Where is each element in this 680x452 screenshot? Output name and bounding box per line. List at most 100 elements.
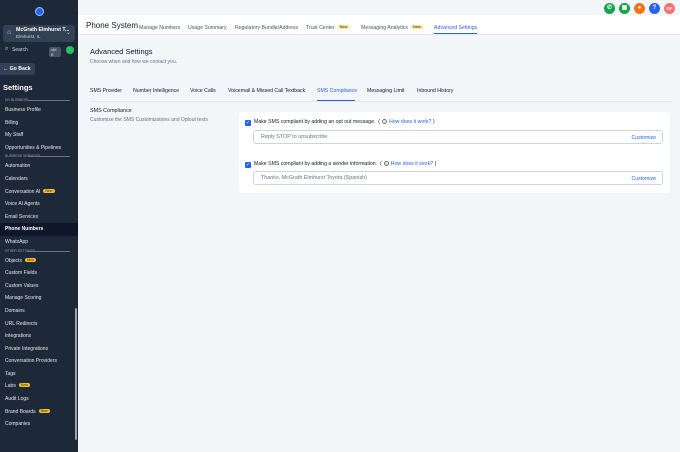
bell-icon[interactable]: ● — [634, 3, 645, 14]
sidebar-item-label: Calendars — [5, 175, 28, 182]
sidebar-item[interactable]: Labs New — [0, 380, 78, 393]
sidebar-item-label: WhatsApp — [5, 238, 29, 245]
sidebar-item[interactable]: Audit Logs — [0, 393, 78, 406]
sidebar: ⌂ McGrath Elmhurst T... Elmhurst, IL ⌄ ⌕… — [0, 0, 78, 452]
avatar[interactable]: GF — [664, 3, 675, 14]
tab-divider — [90, 101, 672, 102]
settings-tab[interactable]: SMS Provider — [90, 88, 122, 94]
new-badge: New — [18, 383, 31, 388]
sidebar-item-label: Conversation AI — [5, 188, 41, 195]
how-it-works-link[interactable]: How does it work? — [391, 161, 433, 167]
header-tab[interactable]: Regulatory Bundle/Address — [235, 25, 298, 31]
sidebar-item-label: Domains — [5, 307, 25, 314]
sidebar-item[interactable]: Companies — [0, 418, 78, 431]
sender-info-field[interactable]: Thanks, McGrath Elmhurst Toyota (Spanish… — [253, 171, 663, 185]
sender-info-checkbox[interactable]: ✓ — [245, 162, 251, 168]
sidebar-item[interactable]: Manage Scoring — [0, 292, 78, 305]
header-tab[interactable]: Advanced Settings — [434, 25, 477, 31]
settings-tab[interactable]: SMS Compliance — [317, 88, 357, 94]
settings-tab[interactable]: Voice Calls — [190, 88, 216, 94]
phone-system-header: Phone System Manage Numbers Usage Summary… — [78, 15, 680, 35]
new-badge: New — [337, 25, 350, 29]
sidebar-item-label: Labs — [5, 383, 16, 390]
new-badge: New — [411, 25, 423, 29]
sidebar-item[interactable]: Conversation Providers — [0, 355, 78, 368]
sidebar-item[interactable]: Business Profile — [0, 104, 78, 117]
header-tab-label: Usage Summary — [188, 25, 227, 31]
header-tab-label: Messaging Analytics — [361, 25, 408, 31]
sidebar-item[interactable]: Billing — [0, 117, 78, 130]
active-tab-indicator — [434, 33, 477, 34]
header-tab[interactable]: Manage Numbers — [139, 25, 180, 31]
sms-compliance-title: SMS Compliance — [90, 108, 132, 114]
sidebar-item[interactable]: Custom Fields — [0, 267, 78, 280]
sidebar-item[interactable]: Phone Numbers — [0, 223, 78, 236]
sidebar-item[interactable]: Domains — [0, 305, 78, 318]
customize-sender-info-button[interactable]: Customize — [631, 176, 656, 182]
settings-tab[interactable]: Inbound History — [417, 88, 453, 94]
sidebar-item-label: Custom Values — [5, 282, 39, 289]
opt-out-message-field[interactable]: Reply STOP to unsubscribe Customize — [253, 130, 663, 144]
search-icon: ⌕ — [5, 46, 9, 52]
sidebar-item[interactable]: Opportunities & Pipelines — [0, 142, 78, 155]
header-tab[interactable]: Usage Summary — [188, 25, 227, 31]
header-tab[interactable]: Messaging Analytics New — [361, 25, 423, 31]
sidebar-item-label: Companies — [5, 421, 31, 428]
header-tab[interactable]: Trust Center New — [306, 25, 350, 31]
sidebar-item-label: Automation — [5, 163, 31, 170]
sidebar-scrollbar[interactable] — [75, 308, 77, 440]
new-badge: New — [43, 188, 55, 193]
sidebar-item-label: Custom Fields — [5, 270, 37, 277]
sidebar-item-label: Objects — [5, 257, 22, 264]
new-badge: New — [38, 408, 50, 413]
paren-close: ) — [433, 161, 437, 167]
sidebar-item[interactable]: Email Services — [0, 211, 78, 224]
how-it-works-link[interactable]: How does it work? — [389, 119, 431, 125]
sidebar-item[interactable]: Objects New — [0, 255, 78, 268]
sidebar-item[interactable]: Voice AI Agents — [0, 198, 78, 211]
megaphone-icon[interactable]: ▣ — [619, 3, 630, 14]
sidebar-search[interactable]: ⌕ Search ctrl K — [3, 46, 61, 57]
sidebar-item[interactable]: WhatsApp — [0, 236, 78, 249]
help-icon[interactable]: ? — [649, 3, 660, 14]
search-shortcut: ctrl K — [49, 47, 61, 57]
paren-open: ( — [376, 119, 381, 125]
settings-tab[interactable]: Messaging Limit — [367, 88, 404, 94]
section-heading: Advanced Settings — [90, 47, 153, 56]
sidebar-item[interactable]: Conversation AI New — [0, 186, 78, 199]
sidebar-item-label: Billing — [5, 119, 19, 126]
sidebar-item[interactable]: Automation — [0, 160, 78, 173]
settings-tab[interactable]: Number Intelligence — [133, 88, 179, 94]
sidebar-item[interactable]: Tags — [0, 368, 78, 381]
customize-opt-out-button[interactable]: Customize — [631, 135, 656, 141]
location-subtitle: Elmhurst, IL — [16, 34, 41, 39]
new-badge: New — [24, 257, 37, 262]
sidebar-item[interactable]: My Staff — [0, 129, 78, 142]
sender-info-label: Make SMS compliant by adding a sender in… — [254, 161, 378, 167]
quick-action-icon[interactable] — [66, 46, 74, 54]
sender-info-value: Thanks, McGrath Elmhurst Toyota (Spanish… — [261, 175, 367, 181]
sidebar-item[interactable]: URL Redirects — [0, 318, 78, 331]
search-label: Search — [12, 47, 28, 53]
phone-icon[interactable]: ✆ — [604, 3, 615, 14]
go-back-button[interactable]: ← Go Back — [0, 63, 35, 75]
opt-out-option: ✓ Make SMS compliant by adding an opt out… — [245, 119, 435, 126]
location-switcher[interactable]: ⌂ McGrath Elmhurst T... Elmhurst, IL ⌄ — [3, 25, 75, 42]
settings-tab[interactable]: Voicemail & Missed Call Textback — [228, 88, 305, 94]
sidebar-item[interactable]: Custom Values — [0, 280, 78, 293]
header-tab-label: Regulatory Bundle/Address — [235, 25, 299, 31]
sidebar-item[interactable]: Private Integrations — [0, 343, 78, 356]
main-panel: Advanced Settings Choose when and how we… — [78, 36, 680, 452]
sidebar-item-label: Phone Numbers — [5, 226, 44, 233]
sidebar-item[interactable]: Integrations — [0, 330, 78, 343]
info-icon: i — [383, 161, 389, 166]
opt-out-message-value: Reply STOP to unsubscribe — [261, 134, 328, 140]
sidebar-item[interactable]: Brand Boards New — [0, 406, 78, 419]
paren-close: ) — [431, 119, 435, 125]
sidebar-item[interactable]: Calendars — [0, 173, 78, 186]
location-pin-icon: ⌂ — [7, 29, 12, 36]
sidebar-item-label: Brand Boards — [5, 408, 36, 415]
opt-out-checkbox[interactable]: ✓ — [245, 120, 251, 126]
app-logo-icon[interactable] — [35, 7, 44, 16]
sidebar-item-label: Opportunities & Pipelines — [5, 144, 62, 151]
